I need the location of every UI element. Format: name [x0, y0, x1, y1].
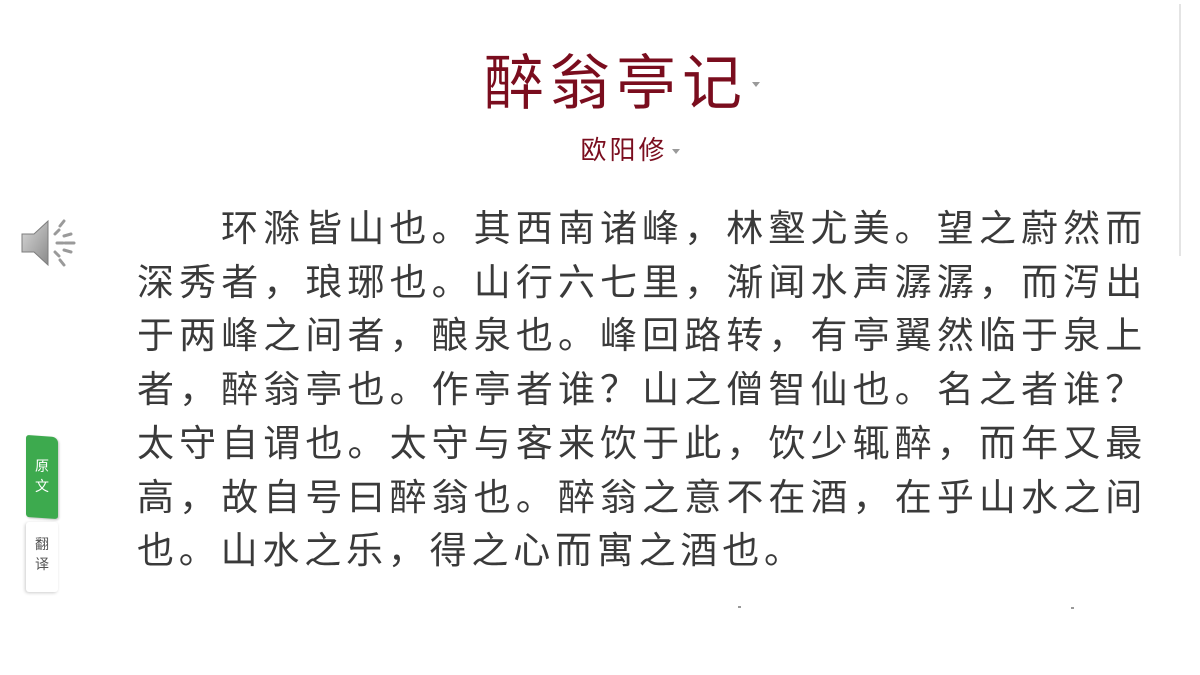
- scrollbar-track[interactable]: [1179, 4, 1181, 256]
- artifact-dot: [1071, 607, 1074, 609]
- tab-translation-label-2: 译: [35, 557, 49, 573]
- tab-translation-label-1: 翻: [35, 537, 49, 553]
- poem-body-text: 环滁皆山也。其西南诸峰，林壑尤美。望之蔚然而深秀者，琅琊也。山行六七里，渐闻水声…: [137, 207, 1147, 573]
- artifact-dot: [738, 606, 741, 608]
- tab-original-label-2: 文: [35, 479, 49, 495]
- tab-translation[interactable]: 翻 译: [26, 522, 58, 592]
- tab-original-text[interactable]: 原 文: [26, 434, 58, 520]
- title-caret-down-icon[interactable]: [752, 81, 760, 87]
- tab-original-label-1: 原: [35, 459, 49, 475]
- author-row: 欧阳修: [0, 134, 1200, 168]
- title-row: 醉翁亭记: [0, 48, 1200, 120]
- reader-page: 醉翁亭记 欧阳修 环滁皆山也。其西南诸峰，林壑尤美。望之蔚然而深秀者，琅琊也。山…: [0, 0, 1200, 675]
- poem-title: 醉翁亭记: [484, 49, 748, 119]
- author-caret-down-icon[interactable]: [671, 148, 680, 154]
- speaker-volume-icon[interactable]: [18, 212, 80, 274]
- poem-author[interactable]: 欧阳修: [580, 134, 667, 168]
- view-mode-tabs: 原 文 翻 译: [26, 434, 60, 594]
